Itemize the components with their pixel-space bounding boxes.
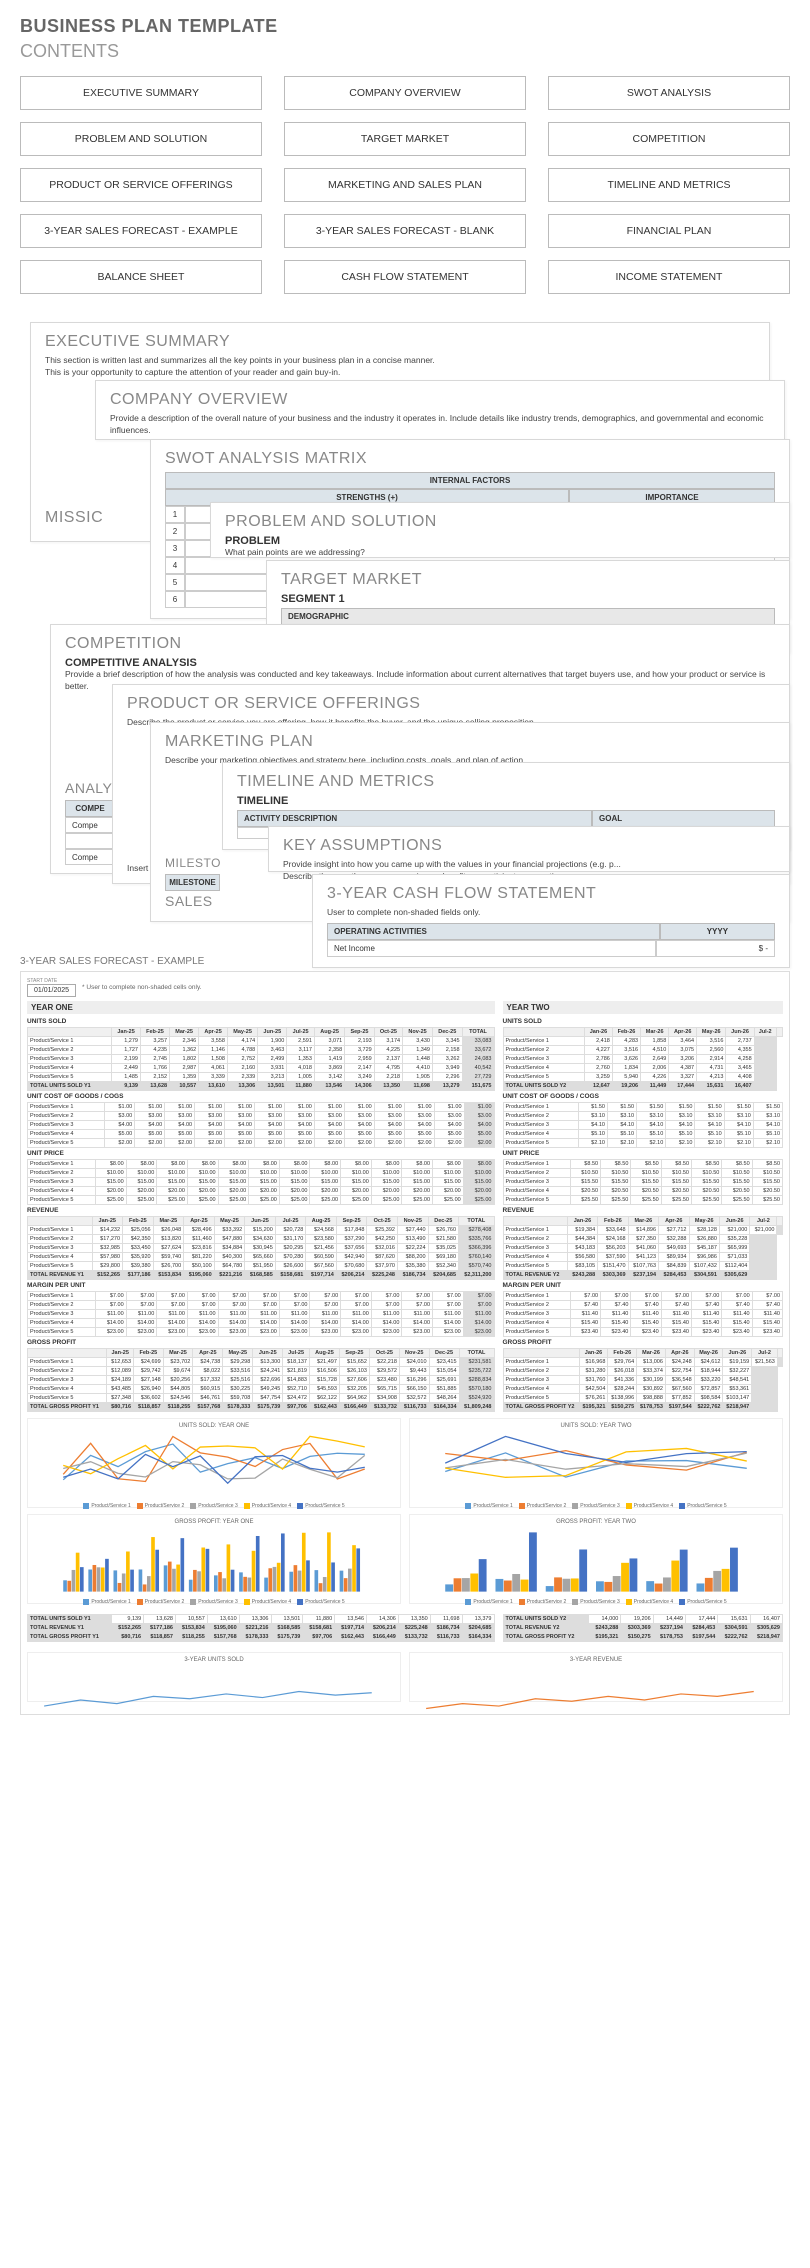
toc-button[interactable]: TARGET MARKET (284, 122, 526, 156)
toc-button[interactable]: PRODUCT OR SERVICE OFFERINGS (20, 168, 262, 202)
milestone-head: MILESTONE (165, 874, 220, 891)
toc-button[interactable]: 3-YEAR SALES FORECAST - EXAMPLE (20, 214, 262, 248)
preview-company-overview: COMPANY OVERVIEW Provide a description o… (95, 380, 785, 440)
timeline-label: TIMELINE (237, 795, 775, 807)
net-income: Net Income (327, 940, 656, 957)
card-title: 3-YEAR CASH FLOW STATEMENT (327, 885, 775, 903)
toc-button[interactable]: EXECUTIVE SUMMARY (20, 76, 262, 110)
sheet-note: * User to complete non-shaded cells only… (82, 984, 201, 991)
card-title: EXECUTIVE SUMMARY (45, 333, 755, 351)
card-title: KEY ASSUMPTIONS (283, 837, 775, 855)
card-text: User to complete non-shaded fields only. (327, 907, 775, 919)
preview-assumptions: KEY ASSUMPTIONS Provide insight into how… (268, 826, 790, 872)
card-title: COMPETITION (65, 635, 775, 653)
forecast-sheet: START DATE 01/01/2025 * User to complete… (20, 971, 790, 1715)
toc-button[interactable]: MARKETING AND SALES PLAN (284, 168, 526, 202)
toc-button[interactable]: COMPETITION (548, 122, 790, 156)
card-title: MARKETING PLAN (165, 733, 775, 751)
demo-label: DEMOGRAPHIC (281, 608, 775, 625)
problem-label: PROBLEM (225, 535, 775, 547)
page-title: BUSINESS PLAN TEMPLATE (20, 16, 790, 37)
toc-button[interactable]: CASH FLOW STATEMENT (284, 260, 526, 294)
year-col: YYYY (660, 923, 775, 940)
compe-head: COMPE (65, 800, 115, 817)
op-activities: OPERATING ACTIVITIES (327, 923, 660, 940)
bar-chart: GROSS PROFIT: YEAR TWOProduct/Service 1P… (409, 1514, 783, 1604)
preview-area: EXECUTIVE SUMMARY This section is writte… (0, 322, 810, 952)
analy-frag: ANALY (65, 780, 115, 796)
page-subtitle: CONTENTS (20, 41, 790, 62)
card-title: SWOT ANALYSIS MATRIX (165, 450, 775, 468)
startdate[interactable]: 01/01/2025 (27, 984, 76, 997)
toc-button[interactable]: SWOT ANALYSIS (548, 76, 790, 110)
card-text: Provide a description of the overall nat… (110, 413, 770, 437)
preview-cashflow: 3-YEAR CASH FLOW STATEMENT User to compl… (312, 874, 790, 968)
card-title: TARGET MARKET (281, 571, 775, 589)
goal-col: GOAL (592, 810, 775, 827)
line-chart: UNITS SOLD: YEAR TWOProduct/Service 1Pro… (409, 1418, 783, 1508)
toc-button[interactable]: TIMELINE AND METRICS (548, 168, 790, 202)
preview-problem: PROBLEM AND SOLUTION PROBLEM What pain p… (210, 502, 790, 558)
mission-fragment: MISSIC (45, 509, 103, 527)
toc-button[interactable]: FINANCIAL PLAN (548, 214, 790, 248)
card-text: This section is written last and summari… (45, 355, 755, 379)
mini-chart: 3-YEAR REVENUE (409, 1652, 783, 1702)
activity-col: ACTIVITY DESCRIPTION (237, 810, 592, 827)
milest-frag: MILESTO (165, 856, 221, 870)
card-title: PRODUCT OR SERVICE OFFERINGS (127, 695, 775, 713)
mini-chart: 3-YEAR UNITS SOLD (27, 1652, 401, 1702)
swot-internal: INTERNAL FACTORS (165, 472, 775, 489)
table-of-contents: EXECUTIVE SUMMARY COMPANY OVERVIEW SWOT AN… (0, 68, 810, 322)
card-title: COMPANY OVERVIEW (110, 391, 770, 409)
toc-button[interactable]: PROBLEM AND SOLUTION (20, 122, 262, 156)
card-title: PROBLEM AND SOLUTION (225, 513, 775, 531)
comp-analysis: COMPETITIVE ANALYSIS (65, 657, 775, 669)
compet-cell2: Compe (65, 849, 115, 865)
toc-button[interactable]: BALANCE SHEET (20, 260, 262, 294)
line-chart: UNITS SOLD: YEAR ONEProduct/Service 1Pro… (27, 1418, 401, 1508)
toc-button[interactable]: INCOME STATEMENT (548, 260, 790, 294)
card-title: TIMELINE AND METRICS (237, 773, 775, 791)
card-text: What pain points are we addressing? (225, 547, 775, 559)
toc-button[interactable]: COMPANY OVERVIEW (284, 76, 526, 110)
page-header: BUSINESS PLAN TEMPLATE CONTENTS (0, 0, 810, 68)
bar-chart: GROSS PROFIT: YEAR ONEProduct/Service 1P… (27, 1514, 401, 1604)
net-val: $ - (656, 940, 775, 957)
sales-frag: SALES (165, 893, 221, 909)
toc-button[interactable]: 3-YEAR SALES FORECAST - BLANK (284, 214, 526, 248)
segment-label: SEGMENT 1 (281, 593, 775, 605)
compet-cell: Compe (65, 817, 115, 833)
